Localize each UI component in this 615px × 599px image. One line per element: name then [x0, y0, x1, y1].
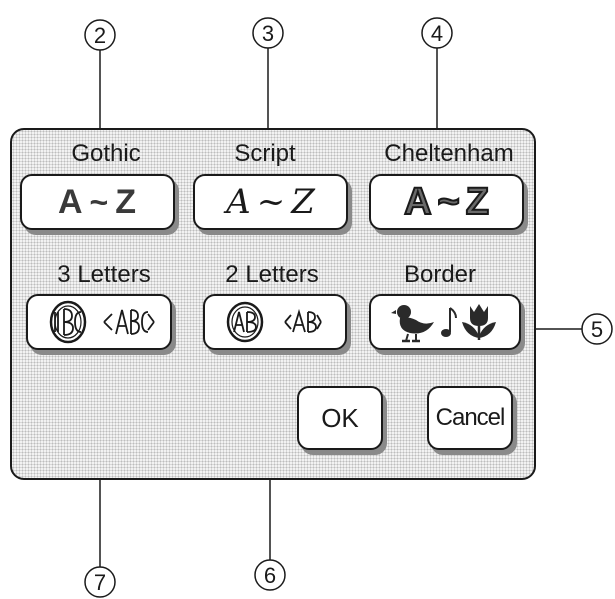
callout-3: 3 — [252, 17, 284, 140]
two-letter-monogram-diamond-icon — [224, 300, 266, 344]
callout-3-number: 3 — [262, 21, 274, 46]
gothic-sample-tilde: ~ — [89, 183, 110, 220]
gothic-sample-end: Z — [115, 182, 138, 221]
duck-icon — [390, 300, 438, 344]
script-label: Script — [234, 140, 296, 167]
two-letters-label: 2 Letters — [225, 261, 319, 288]
two-letter-monogram-button[interactable] — [203, 294, 347, 350]
tulip-icon — [458, 300, 500, 344]
two-letter-monogram-angled-icon — [280, 300, 326, 344]
three-letters-label: 3 Letters — [57, 261, 151, 288]
callout-6-number: 6 — [264, 563, 276, 588]
callout-7-number: 7 — [94, 570, 106, 595]
script-sample-end: Z — [291, 182, 315, 222]
callout-5-number: 5 — [591, 317, 603, 342]
cheltenham-sample-tilde: ~ — [437, 180, 461, 224]
cheltenham-font-button[interactable]: A ~ Z — [369, 174, 524, 230]
callout-4-number: 4 — [431, 21, 443, 46]
border-label: Border — [403, 261, 477, 288]
cancel-button[interactable]: Cancel — [427, 386, 513, 450]
gothic-label: Gothic — [71, 140, 141, 167]
cheltenham-label: Cheltenham — [384, 140, 514, 167]
music-note-icon — [438, 300, 458, 344]
cheltenham-sample-end: Z — [465, 180, 490, 224]
script-sample-start: A — [226, 182, 251, 222]
callout-4: 4 — [421, 17, 453, 140]
three-letter-monogram-angled-icon — [98, 300, 160, 344]
gothic-font-button[interactable]: A ~ Z — [20, 174, 175, 230]
ok-button[interactable]: OK — [297, 386, 383, 450]
script-sample-tilde: ~ — [256, 182, 286, 222]
callout-2: 2 — [84, 19, 116, 140]
three-letter-monogram-diamond-icon — [38, 300, 98, 344]
border-button[interactable] — [369, 294, 521, 350]
script-font-button[interactable]: A ~ Z — [193, 174, 348, 230]
gothic-sample-start: A — [57, 182, 84, 221]
font-select-panel: Gothic Script Cheltenham A ~ Z A ~ Z A ~… — [10, 128, 536, 480]
callout-2-number: 2 — [94, 23, 106, 48]
cheltenham-sample-start: A — [403, 180, 432, 224]
three-letter-monogram-button[interactable] — [26, 294, 172, 350]
